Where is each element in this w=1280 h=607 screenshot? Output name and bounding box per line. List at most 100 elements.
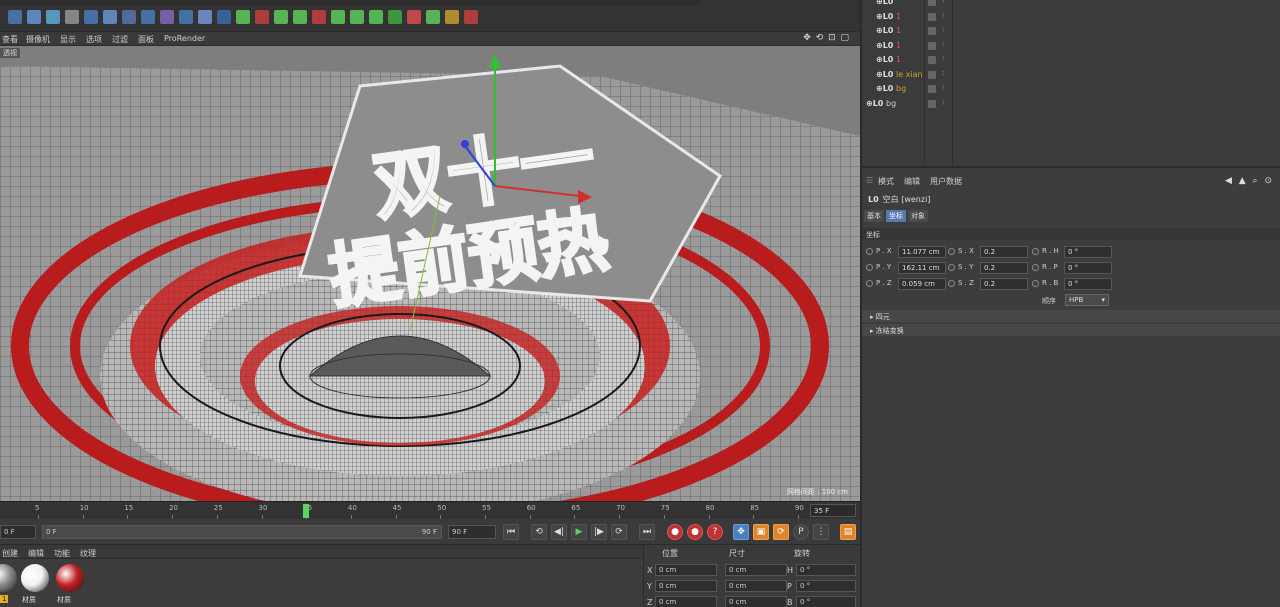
viewport-menu-camera[interactable]: 摄像机 xyxy=(26,34,50,45)
s-value-field[interactable]: 0.2 xyxy=(980,278,1028,290)
visibility-dots-icon[interactable]: ⁝ xyxy=(942,99,944,107)
rotate-icon[interactable] xyxy=(122,10,136,24)
current-frame-field[interactable]: 35 F xyxy=(810,504,856,517)
object-row[interactable]: ⊕L0 1 ⁝ xyxy=(862,53,1280,67)
viewport-nav-icons[interactable]: ✥ ⟲ ⊡ ▢ xyxy=(803,33,850,43)
coords-size-x[interactable]: 0 cm xyxy=(725,564,787,576)
layer-color-icon[interactable] xyxy=(928,56,936,64)
layer-color-icon[interactable] xyxy=(928,41,936,50)
prev-key-button[interactable]: ⟲ xyxy=(531,524,547,540)
object-row[interactable]: ⊕L0 1 ⁝ xyxy=(862,10,1280,24)
subdivision-icon[interactable] xyxy=(331,10,345,24)
pen-icon[interactable] xyxy=(312,10,326,24)
redo-icon[interactable] xyxy=(27,10,41,24)
boole-icon[interactable] xyxy=(369,10,383,24)
deformer-icon[interactable] xyxy=(407,10,421,24)
text-icon[interactable] xyxy=(388,10,402,24)
visibility-dots-icon[interactable]: ⁝ xyxy=(942,84,944,92)
s-value-field[interactable]: 0.2 xyxy=(980,262,1028,274)
r-value-field[interactable]: 0 ° xyxy=(1064,262,1112,274)
start-frame-field[interactable]: 0 F xyxy=(0,525,36,539)
mat-menu-function[interactable]: 功能 xyxy=(54,548,70,559)
layer-color-icon[interactable] xyxy=(928,70,936,79)
tab-coord[interactable]: 坐标 xyxy=(886,210,906,222)
select-icon[interactable] xyxy=(46,10,60,24)
attr-menu-userdata[interactable]: 用户数据 xyxy=(930,176,962,187)
z-axis-icon[interactable] xyxy=(198,10,212,24)
material-swatch-1[interactable]: 1 xyxy=(0,564,18,604)
s-keyframe-radio[interactable] xyxy=(948,264,955,271)
object-row[interactable]: ⊕L0 le xian ⁝ xyxy=(862,68,1280,82)
coords-pos-z[interactable]: 0 cm xyxy=(655,596,717,607)
param-key-icon[interactable]: P xyxy=(793,524,809,540)
y-axis-icon[interactable] xyxy=(179,10,193,24)
array-icon[interactable] xyxy=(350,10,364,24)
end-frame-field[interactable]: 90 F xyxy=(448,525,496,539)
coords-size-z[interactable]: 0 cm xyxy=(725,596,787,607)
move-key-icon[interactable]: ✥ xyxy=(733,524,749,540)
r-value-field[interactable]: 0 ° xyxy=(1064,246,1112,258)
object-row[interactable]: ⊕L0 1 ⁝ xyxy=(862,39,1280,53)
p-value-field[interactable]: 162.11 cm xyxy=(898,262,946,274)
coords-rot-h[interactable]: 0 ° xyxy=(796,564,856,576)
preview-range-slider[interactable]: 0 F 90 F xyxy=(42,525,442,539)
mat-menu-texture[interactable]: 纹理 xyxy=(80,548,96,559)
goto-end-button[interactable]: ⏭ xyxy=(639,524,655,540)
coords-size-y[interactable]: 0 cm xyxy=(725,580,787,592)
p-keyframe-radio[interactable] xyxy=(866,264,873,271)
p-value-field[interactable]: 0.059 cm xyxy=(898,278,946,290)
recent-tool-icon[interactable] xyxy=(141,10,155,24)
gizmo-z-handle[interactable] xyxy=(461,140,469,148)
timeline-playhead[interactable] xyxy=(303,504,310,518)
viewport-menu-display[interactable]: 显示 xyxy=(60,34,76,45)
mat-menu-create[interactable]: 创建 xyxy=(2,548,18,559)
scale-icon[interactable] xyxy=(103,10,117,24)
layer-color-icon[interactable] xyxy=(928,0,936,6)
layer-color-icon[interactable] xyxy=(928,27,936,35)
light-icon[interactable] xyxy=(464,10,478,24)
r-value-field[interactable]: 0 ° xyxy=(1064,278,1112,290)
visibility-dots-icon[interactable]: ⁝ xyxy=(942,41,944,49)
rotation-order-dropdown[interactable]: HPB ▾ xyxy=(1065,294,1109,306)
next-frame-button[interactable]: |▶ xyxy=(591,524,607,540)
pla-key-icon[interactable]: ⋮ xyxy=(813,524,829,540)
object-row[interactable]: ⊕L0 ⁝ xyxy=(862,0,1280,9)
undo-icon[interactable] xyxy=(8,10,22,24)
p-value-field[interactable]: 11.077 cm xyxy=(898,246,946,258)
environment-icon[interactable] xyxy=(426,10,440,24)
timeline-ruler[interactable]: 51015202530354045505560657075808590 35 F xyxy=(0,501,860,519)
s-keyframe-radio[interactable] xyxy=(948,280,955,287)
keyframe-selection-button[interactable]: ? xyxy=(707,524,723,540)
live-select-icon[interactable] xyxy=(65,10,79,24)
p-keyframe-radio[interactable] xyxy=(866,248,873,255)
viewport-menu-panel[interactable]: 面板 xyxy=(138,34,154,45)
viewport-menu-view[interactable]: 查看 xyxy=(2,34,18,45)
layer-color-icon[interactable] xyxy=(928,85,936,93)
scheme-icon[interactable]: ▤ xyxy=(840,524,856,540)
tab-object[interactable]: 对象 xyxy=(908,210,928,222)
object-row[interactable]: ⊕L0 1 ⁝ xyxy=(862,24,1280,38)
viewport-menu-prorender[interactable]: ProRender xyxy=(164,34,205,43)
mat-menu-edit[interactable]: 编辑 xyxy=(28,548,44,559)
visibility-dots-icon[interactable]: ⁝ xyxy=(942,70,944,78)
viewport-menu-options[interactable]: 选项 xyxy=(86,34,102,45)
layer-color-icon[interactable] xyxy=(928,99,936,108)
render-view-icon[interactable] xyxy=(236,10,250,24)
material-swatch-2[interactable]: 材质 xyxy=(20,564,50,604)
attr-menu-edit[interactable]: 编辑 xyxy=(904,176,920,187)
goto-start-button[interactable]: ⏮ xyxy=(503,524,519,540)
record-button[interactable]: ● xyxy=(667,524,683,540)
object-row[interactable]: ⊕L0 bg ⁝ xyxy=(862,97,1280,111)
coords-rot-b[interactable]: 0 ° xyxy=(796,596,856,607)
viewport-menu-filter[interactable]: 过滤 xyxy=(112,34,128,45)
visibility-dots-icon[interactable]: ⁝ xyxy=(942,26,944,34)
layer-color-icon[interactable] xyxy=(928,12,936,21)
visibility-dots-icon[interactable]: ⁝ xyxy=(942,0,944,5)
material-swatch-3[interactable]: 材质 xyxy=(55,564,85,604)
prev-frame-button[interactable]: ◀| xyxy=(551,524,567,540)
attribute-nav-icons[interactable]: ◀ ▲ ⌕ ⊙ xyxy=(1225,176,1274,186)
next-key-button[interactable]: ⟳ xyxy=(611,524,627,540)
world-coord-icon[interactable] xyxy=(217,10,231,24)
section-quaternion[interactable]: ▸ 四元 xyxy=(862,310,1280,322)
r-keyframe-radio[interactable] xyxy=(1032,264,1039,271)
